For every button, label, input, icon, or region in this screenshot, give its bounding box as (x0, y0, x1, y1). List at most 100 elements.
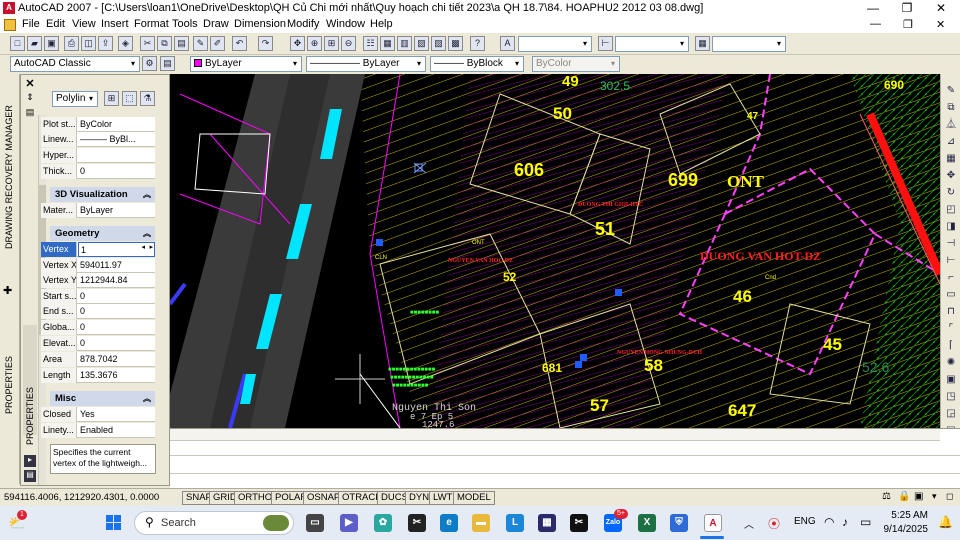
prop-row-hyperlink[interactable]: Hyper... (41, 148, 155, 163)
scale-icon[interactable]: ◰ (944, 203, 958, 216)
prop-row-thickness[interactable]: Thick... 0 (41, 164, 155, 179)
palette-close-icon[interactable]: ✕ (23, 77, 37, 90)
toggle-pickadd-icon[interactable]: ⊞ (104, 91, 119, 106)
move-icon[interactable]: ✥ (944, 169, 958, 182)
edge-icon[interactable]: e (440, 514, 458, 532)
tool-b-icon[interactable]: ◳ (944, 390, 958, 403)
undo-icon[interactable]: ↶ (232, 36, 247, 51)
start-icon[interactable] (106, 515, 122, 531)
dim-style-select[interactable]: ▾ (615, 36, 689, 52)
recovery-icon[interactable]: ✚ (3, 284, 16, 297)
quick-select-icon[interactable]: ⚗ (140, 91, 155, 106)
comm-center-icon[interactable]: ⚖ (882, 491, 894, 503)
volume-icon[interactable]: ♪ (842, 515, 848, 529)
cut-icon[interactable]: ✂ (140, 36, 155, 51)
lineweight-select[interactable]: ——— ByBlock ▾ (430, 56, 524, 72)
capcut-icon[interactable]: ✂ (408, 514, 426, 532)
rotate-icon[interactable]: ↻ (944, 186, 958, 199)
plot-preview-icon[interactable]: ◫ (81, 36, 96, 51)
zoom-window-icon[interactable]: ⊞ (324, 36, 339, 51)
tray-settings-icon[interactable]: ▣ (914, 491, 926, 503)
search-box[interactable]: ⚲ Search (134, 511, 294, 535)
break-point-icon[interactable]: ⌐ (944, 271, 958, 284)
minimize-icon[interactable]: — (858, 0, 888, 17)
tool-a-icon[interactable]: ▣ (944, 373, 958, 386)
status-menu-icon[interactable]: ▾ (932, 491, 942, 503)
3d-dwf-icon[interactable]: ◈ (118, 36, 133, 51)
properties-tab[interactable]: PROPERTIES (4, 356, 14, 414)
select-objects-icon[interactable]: ⬚ (122, 91, 137, 106)
text-style-icon[interactable]: A (500, 36, 515, 51)
palette-properties-icon[interactable]: ▤ (24, 107, 36, 119)
document-icon[interactable] (4, 19, 16, 31)
task-view-icon[interactable]: ▭ (306, 514, 324, 532)
wifi-icon[interactable]: ◠ (824, 515, 834, 529)
notifications-icon[interactable]: 🔔 (938, 515, 953, 529)
tool-c-icon[interactable]: ◲ (944, 407, 958, 420)
prop-row-elevation[interactable]: Elevat... 0 (41, 336, 155, 351)
doc-close-icon[interactable]: ✕ (936, 18, 945, 31)
menu-dimension[interactable]: Dimension (234, 18, 286, 30)
new-icon[interactable]: □ (10, 36, 25, 51)
trim-icon[interactable]: ⊣ (944, 237, 958, 250)
erase-icon[interactable]: ✎ (944, 84, 958, 97)
prop-row-area[interactable]: Area 878.7042 (41, 352, 155, 367)
prop-row-material[interactable]: Mater... ByLayer (41, 203, 155, 218)
save-icon[interactable]: ▣ (44, 36, 59, 51)
maximize-icon[interactable]: ❐ (892, 0, 922, 17)
prop-row-length[interactable]: Length 135.3676 (41, 368, 155, 383)
copy-icon[interactable]: ⧉ (157, 36, 172, 51)
network-alert-icon[interactable]: ⦿ (768, 515, 780, 532)
prop-row-vertex-x[interactable]: Vertex X 594011.97 (41, 258, 155, 273)
block-editor-icon[interactable]: ✐ (210, 36, 225, 51)
prop-row-vertex-y[interactable]: Vertex Y 1212944.84 (41, 273, 155, 288)
section-geometry[interactable]: Geometry ︽ (50, 226, 155, 241)
mirror-icon[interactable]: ⏅ (944, 118, 958, 131)
menu-insert[interactable]: Insert (101, 18, 129, 30)
dim-style-icon[interactable]: ⊢ (598, 36, 613, 51)
object-type-select[interactable]: Polylin ▾ (52, 91, 98, 107)
prop-row-global-width[interactable]: Globa... 0 (41, 320, 155, 335)
section-misc[interactable]: Misc ︽ (50, 391, 155, 406)
clock-time[interactable]: 5:25 AM (888, 510, 928, 521)
collapse-icon[interactable]: ︽ (143, 187, 151, 202)
menu-tools[interactable]: Tools (172, 18, 198, 30)
zoom-previous-icon[interactable]: ⊖ (341, 36, 356, 51)
menu-modify[interactable]: Modify (287, 18, 319, 30)
prop-row-linetype-gen[interactable]: Linety... Enabled (41, 423, 155, 438)
menu-file[interactable]: File (22, 18, 40, 30)
copy-object-icon[interactable]: ⧉ (944, 101, 958, 114)
menu-view[interactable]: View (72, 18, 96, 30)
extend-icon[interactable]: ⊢ (944, 254, 958, 267)
vertex-next-icon[interactable]: ▸ (149, 243, 153, 251)
stretch-icon[interactable]: ◨ (944, 220, 958, 233)
layer-manager-icon[interactable]: ▤ (160, 56, 175, 71)
teams-icon[interactable]: ▶ (340, 514, 358, 532)
workspace-select[interactable]: AutoCAD Classic ▾ (10, 56, 140, 72)
paste-icon[interactable]: ▤ (174, 36, 189, 51)
drawing-recovery-tab[interactable]: DRAWING RECOVERY MANAGER (4, 105, 14, 249)
offset-icon[interactable]: ⊿ (944, 135, 958, 148)
join-icon[interactable]: ⊓ (944, 305, 958, 318)
show-hidden-icons[interactable]: ︿ (744, 516, 754, 531)
palette-autohide-icon[interactable]: ⇕ (24, 92, 36, 104)
quickcalc-icon[interactable]: ▩ (448, 36, 463, 51)
plot-icon[interactable]: ⎙ (64, 36, 79, 51)
doc-restore-icon[interactable]: ❐ (903, 18, 913, 31)
menu-help[interactable]: Help (370, 18, 393, 30)
autocad-taskbar-icon[interactable]: A (704, 514, 722, 532)
prop-row-plotstyle[interactable]: Plot st... ByColor (41, 117, 155, 132)
explode-icon[interactable]: ✺ (944, 356, 958, 369)
pan-icon[interactable]: ✥ (290, 36, 305, 51)
clock-date[interactable]: 9/14/2025 (880, 524, 929, 535)
design-center-icon[interactable]: ▦ (380, 36, 395, 51)
markup-icon[interactable]: ▨ (431, 36, 446, 51)
prop-row-vertex[interactable]: Vertex 1 ◂ ▸ (41, 242, 155, 257)
text-style-select[interactable]: ▾ (518, 36, 592, 52)
battery-icon[interactable]: ▭ (860, 515, 871, 529)
prop-row-end-segment[interactable]: End s... 0 (41, 304, 155, 319)
language-indicator[interactable]: ENG (794, 516, 816, 527)
lock-icon[interactable]: 🔒 (898, 491, 910, 503)
help-icon[interactable]: ? (470, 36, 485, 51)
drawing-canvas[interactable]: 49 50 606 699 ONT 51 52 46 45 681 58 57 … (170, 74, 940, 428)
